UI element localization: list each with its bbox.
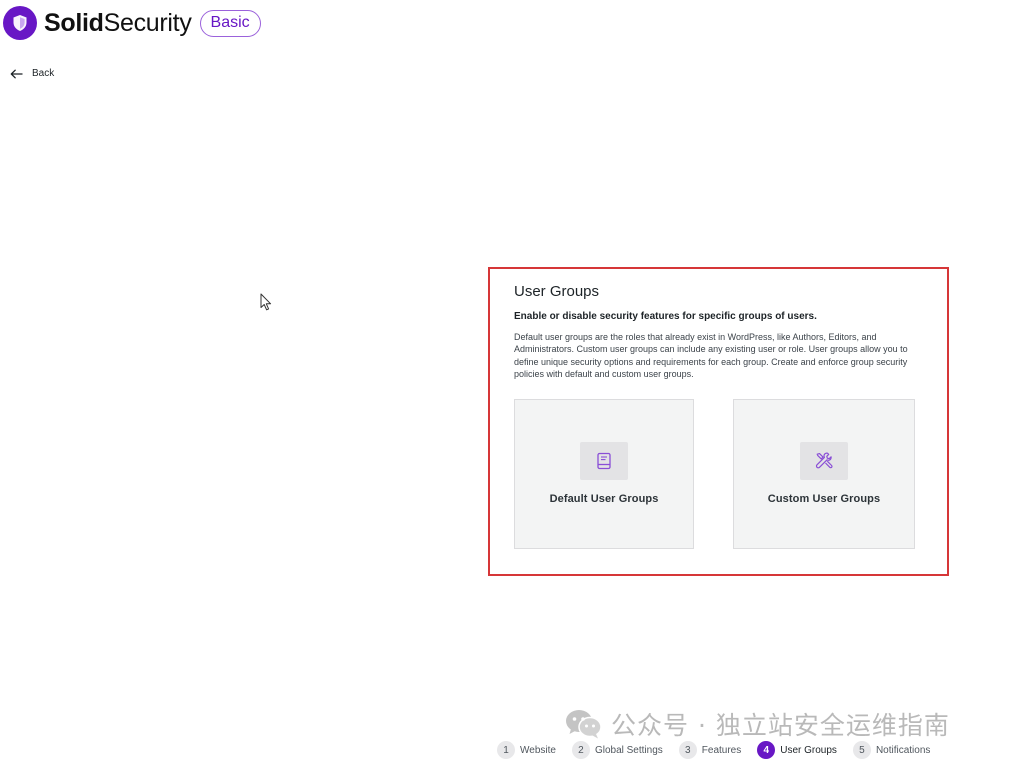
step-number: 3: [678, 741, 697, 759]
default-user-groups-label: Default User Groups: [549, 493, 659, 505]
panel-title: User Groups: [514, 283, 600, 300]
custom-user-groups-card[interactable]: Custom User Groups: [733, 399, 915, 549]
step-number: 5: [852, 741, 871, 759]
watermark-text: 公众号 · 独立站安全运维指南: [611, 711, 950, 740]
mouse-cursor-icon: [260, 293, 272, 311]
brand-name-light: Security: [103, 8, 192, 37]
user-groups-panel: User Groups Enable or disable security f…: [514, 283, 916, 380]
step-user-groups[interactable]: 4 User Groups: [757, 741, 837, 759]
step-number: 4: [757, 741, 776, 759]
panel-description: Default user groups are the roles that a…: [514, 332, 908, 379]
step-label: Global Settings: [594, 744, 663, 756]
step-label: Features: [701, 744, 742, 756]
custom-user-groups-label: Custom User Groups: [767, 493, 881, 505]
brand-name: SolidSecurity: [44, 9, 192, 38]
step-features[interactable]: 3 Features: [678, 741, 742, 759]
tools-icon: [800, 442, 848, 480]
arrow-left-icon: [10, 69, 23, 78]
setup-stepper: 1 Website 2 Global Settings 3 Features 4…: [497, 741, 946, 759]
step-notifications[interactable]: 5 Notifications: [852, 741, 931, 759]
step-label: Notifications: [875, 744, 931, 756]
watermark: 公众号 · 独立站安全运维指南: [565, 706, 950, 742]
shield-icon: [3, 6, 37, 40]
plan-badge: Basic: [199, 9, 261, 37]
step-website[interactable]: 1 Website: [497, 741, 556, 759]
wechat-icon: [566, 710, 602, 739]
brand-name-bold: Solid: [44, 8, 104, 37]
back-button[interactable]: Back: [10, 68, 54, 79]
step-label: Website: [520, 744, 556, 756]
step-global-settings[interactable]: 2 Global Settings: [571, 741, 663, 759]
back-label: Back: [32, 68, 55, 79]
solid-security-logo: SolidSecurity Basic: [3, 5, 261, 41]
step-label: User Groups: [780, 744, 837, 756]
default-user-groups-card[interactable]: Default User Groups: [514, 399, 694, 549]
panel-subtitle: Enable or disable security features for …: [514, 311, 817, 322]
book-icon: [580, 442, 628, 480]
step-number: 1: [497, 741, 515, 759]
step-number: 2: [571, 741, 590, 759]
